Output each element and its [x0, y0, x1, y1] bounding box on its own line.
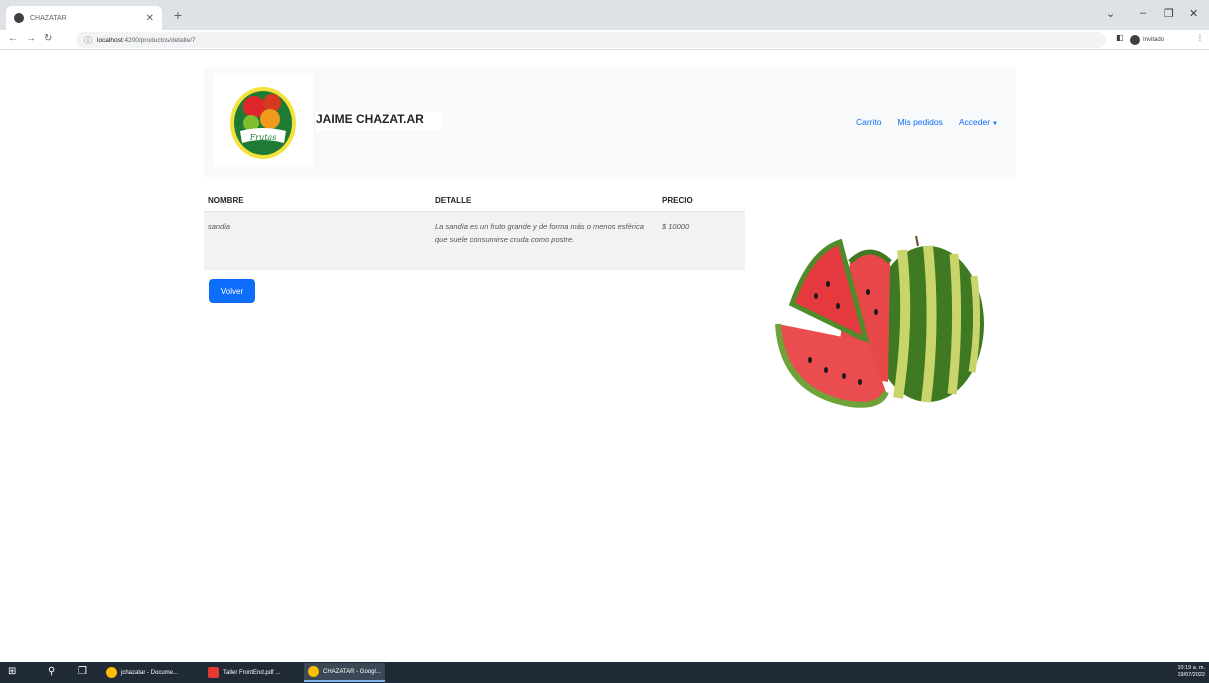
- address-bar[interactable]: ⓘ localhost :4200/productos/detalle/7: [76, 32, 1106, 48]
- close-window-icon[interactable]: ✕: [1189, 7, 1198, 20]
- tab-search-chevron-icon[interactable]: ⌄: [1106, 7, 1115, 20]
- windows-start-icon[interactable]: ⊞: [8, 666, 16, 677]
- clock-date: 19/07/2022: [1177, 672, 1205, 678]
- browser-menu-icon[interactable]: ⋮: [1196, 33, 1204, 42]
- logo-text: Frutas: [249, 133, 277, 142]
- product-image: [775, 235, 984, 408]
- site-info-icon[interactable]: ⓘ: [84, 35, 92, 46]
- taskbar-app-pdf[interactable]: Taller FrontEnd.pdf ...: [204, 663, 284, 682]
- taskbar-app-label: CHAZATAR - Googl...: [323, 668, 381, 675]
- tab-close-icon[interactable]: ✕: [146, 13, 154, 24]
- nav-link-carrito[interactable]: Carrito: [856, 117, 882, 127]
- cell-nombre: sandia: [208, 222, 231, 231]
- side-panel-icon[interactable]: ◧: [1116, 33, 1124, 42]
- taskbar-app-chrome-chazatar[interactable]: CHAZATAR - Googl...: [304, 663, 385, 682]
- header-nombre: NOMBRE: [208, 196, 244, 205]
- task-view-icon[interactable]: ❒: [78, 666, 87, 677]
- taskbar-app-label: jchazatar - Docume...: [121, 669, 179, 676]
- url-path: :4200/productos/detalle/7: [122, 36, 196, 44]
- nav-dropdown-acceder[interactable]: Acceder ▼: [959, 117, 998, 127]
- cell-precio: $ 10000: [662, 222, 690, 231]
- nav-dropdown-label: Acceder: [958, 117, 991, 127]
- header-precio: PRECIO: [662, 196, 693, 205]
- site-favicon-icon: [14, 13, 24, 23]
- taskbar-app-chrome-docs[interactable]: jchazatar - Docume...: [102, 663, 182, 682]
- browser-tab-strip: CHAZATAR ✕ + ⌄ – ❐ ✕: [0, 0, 1209, 30]
- clock-time: 10:19 a. m.: [1177, 665, 1205, 671]
- site-logo[interactable]: Frutas: [213, 73, 313, 167]
- browser-tab[interactable]: CHAZATAR ✕: [6, 6, 162, 30]
- new-tab-plus-icon[interactable]: +: [170, 8, 186, 24]
- pdf-icon: [208, 667, 219, 678]
- url-host: localhost: [97, 36, 123, 44]
- profile-button[interactable]: Invitado: [1130, 32, 1164, 47]
- fruit-logo-icon: Frutas: [230, 87, 296, 159]
- profile-avatar-icon: [1130, 34, 1140, 45]
- cell-detalle: La sandía es un fruto grande y de forma …: [435, 222, 644, 244]
- restore-icon[interactable]: ❐: [1164, 7, 1174, 20]
- table-row: sandia La sandía es un fruto grande y de…: [204, 212, 745, 270]
- caret-down-icon: ▼: [992, 121, 998, 127]
- reload-icon[interactable]: ↻: [44, 33, 52, 44]
- nav-link-mis-pedidos[interactable]: Mis pedidos: [898, 117, 943, 127]
- taskbar-app-label: Taller FrontEnd.pdf ...: [223, 669, 281, 676]
- volver-button[interactable]: Volver: [209, 279, 255, 303]
- site-navbar: Frutas JAIME CHAZAT.AR Carrito Mis pedid…: [204, 67, 1016, 177]
- chrome-icon: [106, 667, 117, 678]
- header-detalle: DETALLE: [435, 196, 472, 205]
- forward-arrow-icon[interactable]: →: [26, 33, 36, 44]
- table-header: NOMBRE DETALLE PRECIO: [204, 190, 745, 212]
- os-taskbar: ⊞ ⚲ ❒ jchazatar - Docume... Taller Front…: [0, 662, 1209, 683]
- nav-links: Carrito Mis pedidos Acceder ▼: [856, 117, 998, 127]
- profile-label: Invitado: [1143, 36, 1165, 43]
- browser-toolbar: ← → ↻ ⓘ localhost :4200/productos/detall…: [0, 30, 1209, 50]
- minimize-icon[interactable]: –: [1140, 7, 1146, 19]
- product-table: NOMBRE DETALLE PRECIO sandia La sandía e…: [204, 190, 745, 270]
- chrome-icon: [308, 666, 319, 677]
- tab-title: CHAZATAR: [30, 14, 67, 22]
- back-arrow-icon[interactable]: ←: [8, 33, 18, 44]
- search-icon[interactable]: ⚲: [48, 666, 55, 677]
- system-clock[interactable]: 10:19 a. m. 19/07/2022: [1177, 665, 1205, 679]
- brand-name[interactable]: JAIME CHAZAT.AR: [316, 112, 442, 130]
